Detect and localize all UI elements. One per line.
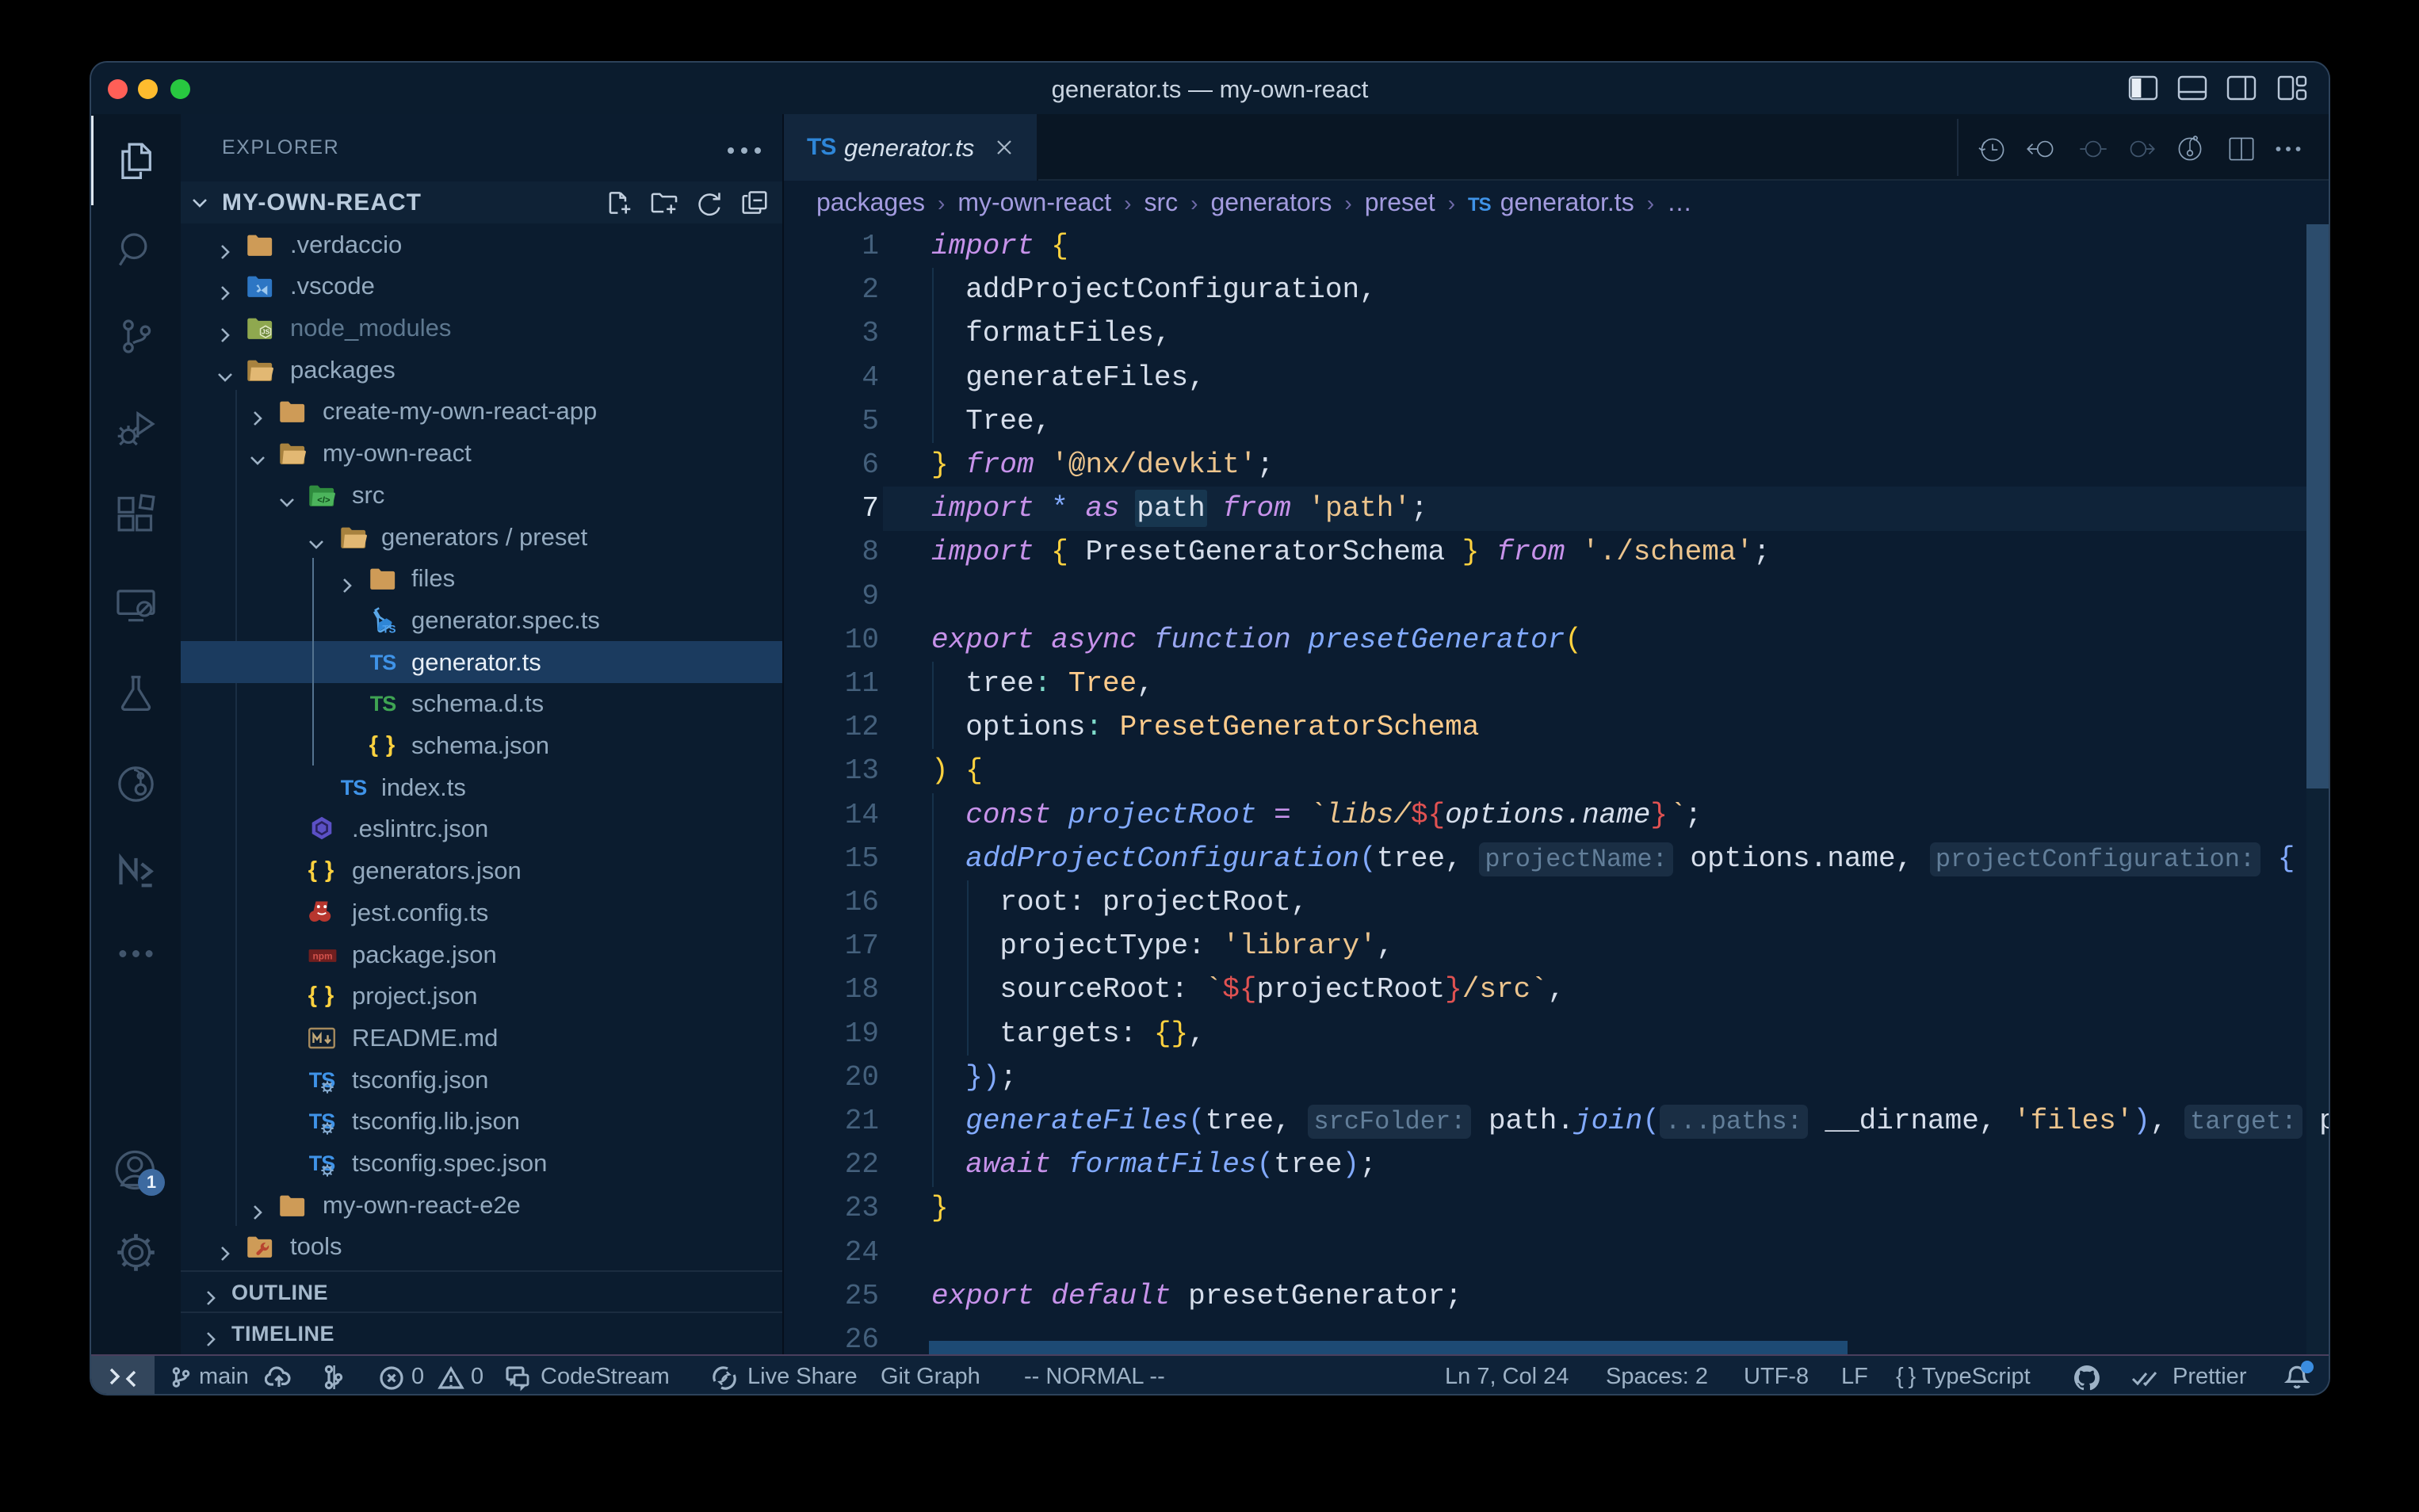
svg-text:npm: npm — [312, 950, 332, 961]
svg-text:JS: JS — [262, 329, 270, 336]
svg-text:TS: TS — [382, 624, 396, 635]
svg-text:</>: </> — [317, 496, 331, 506]
